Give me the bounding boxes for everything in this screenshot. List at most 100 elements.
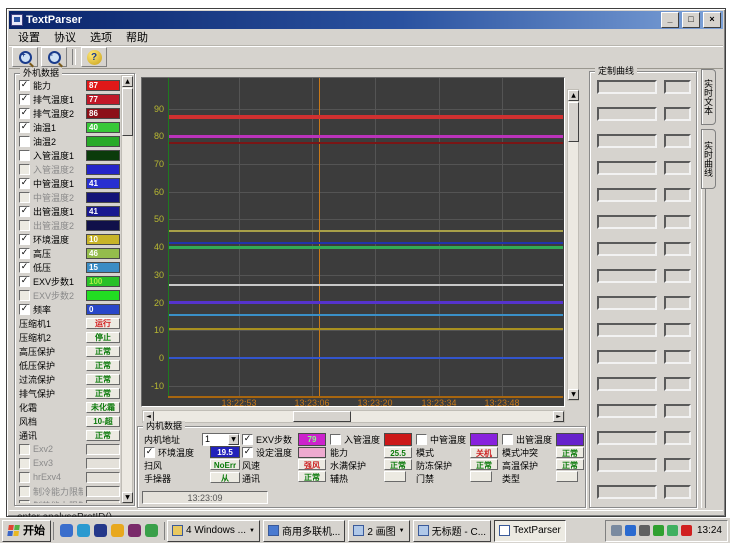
status-box: 运行 [86,318,120,329]
scroll-down-arrow[interactable]: ▼ [122,492,133,503]
curve-slot-button[interactable] [597,80,657,94]
curve-value-box [664,269,691,283]
close-button[interactable]: × [703,12,721,28]
checkbox[interactable] [19,150,30,161]
curve-value-box [664,377,691,391]
checkbox[interactable] [19,220,30,231]
menu-item-1[interactable]: 设置 [11,28,47,46]
curve-slot-button[interactable] [597,215,657,229]
zoom-out-button[interactable]: - [41,47,67,67]
curve-slot-button[interactable] [597,161,657,175]
curve-slot-button[interactable] [597,431,657,445]
chevron-down-icon[interactable]: ▼ [249,528,255,534]
curve-slot-button[interactable] [597,134,657,148]
curve-slot-button[interactable] [597,269,657,283]
internal-label-row: 能力 [330,446,384,458]
checkbox[interactable]: ✓ [242,447,253,458]
checkbox[interactable]: ✓ [19,94,30,105]
task-button-1[interactable]: 4 Windows ...▼ [167,520,260,542]
checkbox[interactable] [502,434,513,445]
help-button[interactable]: ? [81,47,107,67]
scrollbar-thumb[interactable] [293,411,351,422]
app-icon-1[interactable] [128,524,141,537]
zoom-in-button[interactable]: + [12,47,38,67]
curve-slot-button[interactable] [597,485,657,499]
checkbox[interactable] [19,164,30,175]
curve-slot-button[interactable] [597,107,657,121]
menu-item-3[interactable]: 选项 [83,28,119,46]
checkbox[interactable]: ✓ [19,108,30,119]
chart-plot[interactable]: 9080706050403020100-1013:22:5313:23:0613… [141,77,565,407]
scroll-up-arrow[interactable]: ▲ [122,76,133,87]
internal-label-row: 防冻保护 [416,459,470,471]
task-button-4[interactable]: 无标题 - C... [413,520,491,542]
checkbox[interactable]: ✓ [242,434,253,445]
checkbox[interactable] [19,472,30,483]
chevron-down-icon[interactable]: ▼ [399,528,405,534]
curve-slot-button[interactable] [597,242,657,256]
time-cursor-line[interactable] [319,78,320,396]
task-button-5[interactable]: TextParser [494,520,566,542]
side-tab-2[interactable]: 实时曲线 [701,129,716,189]
curve-slot-button[interactable] [597,323,657,337]
shield-icon[interactable] [625,525,636,536]
checkbox[interactable]: ✓ [19,262,30,273]
checkbox[interactable]: ✓ [19,276,30,287]
param-value-box: 100 [86,276,120,287]
scrollbar-thumb[interactable] [122,88,133,136]
curve-slot-button[interactable] [597,296,657,310]
custom-curve-row [594,431,694,458]
updown-arrows-icon[interactable] [639,525,650,536]
left-panel-scrollbar[interactable]: ▲ ▼ [121,75,133,504]
menu-item-2[interactable]: 协议 [47,28,83,46]
scrollbar-thumb[interactable] [568,102,579,142]
lightning-icon[interactable] [681,525,692,536]
internal-col-2: ✓EXV步数✓设定温度风速通讯 [242,433,294,485]
media-player-icon[interactable] [94,524,107,537]
curve-slot-button[interactable] [597,458,657,472]
checkbox[interactable]: ✓ [19,248,30,259]
checkbox[interactable] [19,444,30,455]
chart-vscrollbar[interactable]: ▲ ▼ [567,89,579,401]
checkbox[interactable]: ✓ [19,206,30,217]
checkbox[interactable]: ✓ [19,80,30,91]
minimize-button[interactable]: _ [661,12,679,28]
checkbox[interactable] [416,434,427,445]
chevron-down-icon[interactable]: ▼ [228,434,239,445]
checkbox[interactable]: ✓ [19,178,30,189]
printer-icon[interactable] [611,525,622,536]
curve-slot-button[interactable] [597,377,657,391]
scroll-up-arrow[interactable]: ▲ [568,90,579,101]
checkbox[interactable]: ✓ [19,304,30,315]
checkbox[interactable] [19,486,30,497]
monitor-icon[interactable] [667,525,678,536]
checkbox[interactable]: ✓ [144,447,155,458]
scroll-right-arrow[interactable]: ► [553,411,564,422]
curve-slot-button[interactable] [597,188,657,202]
chart-hscrollbar[interactable]: ◄ ► [142,410,565,423]
maximize-button[interactable]: □ [682,12,700,28]
app-icon-2[interactable] [145,524,158,537]
network-icon[interactable] [653,525,664,536]
checkbox[interactable] [19,500,30,504]
start-button[interactable]: 开始 [2,520,51,542]
checkbox[interactable] [19,458,30,469]
checkbox[interactable] [19,192,30,203]
checkbox[interactable] [19,290,30,301]
title-bar[interactable]: TextParser _ □ × [9,11,723,29]
address-dropdown[interactable]: 1▼ [202,433,240,446]
curve-slot-button[interactable] [597,350,657,364]
side-tab-1[interactable]: 实时文本 [701,69,716,125]
checkbox[interactable]: ✓ [19,122,30,133]
menu-item-4[interactable]: 帮助 [119,28,155,46]
ie-icon[interactable] [60,524,73,537]
scroll-down-arrow[interactable]: ▼ [568,389,579,400]
checkbox[interactable] [19,136,30,147]
checkbox[interactable]: ✓ [19,234,30,245]
curve-slot-button[interactable] [597,404,657,418]
outlook-icon[interactable] [111,524,124,537]
checkbox[interactable] [330,434,341,445]
task-button-2[interactable]: 商用多联机... [263,520,345,542]
messenger-icon[interactable] [77,524,90,537]
task-button-3[interactable]: 2 画图▼ [348,520,409,542]
